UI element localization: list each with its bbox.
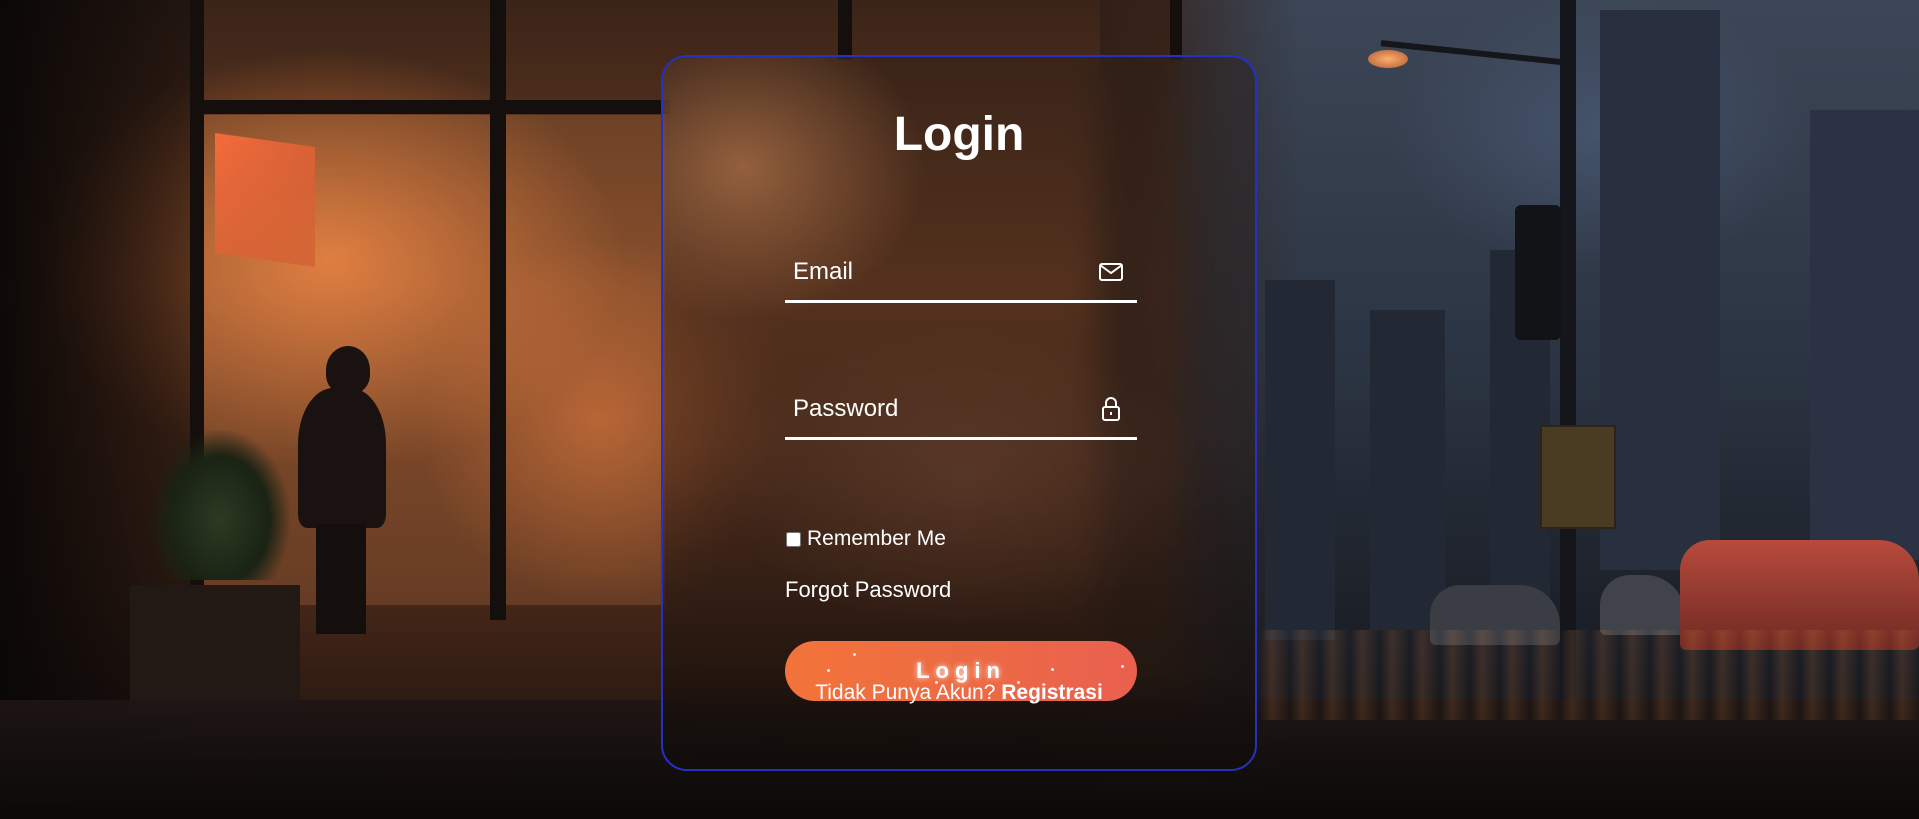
building [1600, 10, 1720, 570]
building [1265, 280, 1335, 640]
register-link[interactable]: Registrasi [1001, 681, 1103, 704]
street-lamp [1368, 50, 1408, 68]
login-card: Login Remember Me Forgot Password Login … [661, 55, 1257, 771]
plant [150, 430, 290, 580]
building [1810, 110, 1919, 560]
forgot-password-link[interactable]: Forgot Password [785, 577, 951, 603]
envelope-icon [1099, 263, 1123, 281]
signal-box [1540, 425, 1616, 529]
password-input[interactable] [785, 381, 1085, 437]
register-prompt-text: Tidak Punya Akun? [815, 681, 996, 704]
remember-me[interactable]: Remember Me [785, 527, 946, 551]
lock-icon [1102, 397, 1120, 421]
email-field-group [785, 244, 1137, 303]
login-button-label: Login [916, 658, 1006, 683]
remember-me-label: Remember Me [807, 527, 946, 550]
login-title: Login [893, 108, 1025, 161]
window-frame [490, 0, 506, 620]
street-pole [1560, 0, 1576, 710]
email-input[interactable] [785, 244, 1085, 300]
remember-me-checkbox[interactable] [786, 531, 801, 547]
street-reflections [1260, 630, 1919, 720]
neon-sign [215, 132, 315, 268]
window-frame [1170, 0, 1182, 60]
building [1370, 310, 1445, 630]
hooded-figure [292, 346, 392, 636]
window-frame [838, 0, 852, 60]
traffic-light [1515, 205, 1561, 340]
window-pane [505, 115, 665, 605]
window-frame [190, 100, 670, 114]
register-prompt: Tidak Punya Akun? Registrasi [663, 681, 1255, 705]
password-field-group [785, 381, 1137, 440]
planter [130, 585, 300, 715]
